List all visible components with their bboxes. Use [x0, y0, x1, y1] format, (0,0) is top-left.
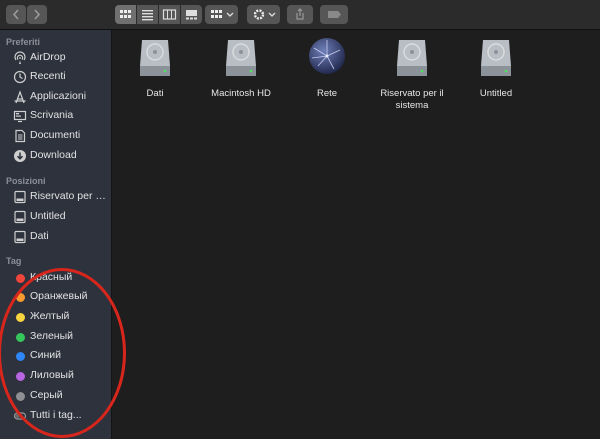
list-icon: [142, 10, 153, 21]
file-name: Macintosh HD: [211, 88, 271, 99]
favorites-section-title: Preferiti: [6, 37, 41, 47]
view-mode-segment: [115, 5, 202, 24]
sidebar-item-label: Красный: [30, 271, 73, 283]
tag-color-dot: [16, 392, 25, 401]
finder-toolbar: [0, 0, 600, 30]
sidebar-item-documents[interactable]: Documenti: [0, 127, 111, 145]
file-browser-area: Dati Macintosh HD Rete Riservato per il …: [112, 30, 600, 439]
sidebar-item-label: AirDrop: [30, 51, 66, 63]
group-by-button[interactable]: [205, 5, 238, 24]
sidebar-item-label: Untitled: [30, 210, 66, 222]
sidebar-item-label: Лиловый: [30, 369, 74, 381]
tag-color-dot: [16, 274, 25, 283]
sidebar-item-desktop[interactable]: Scrivania: [0, 107, 111, 125]
hard-disk-icon: [226, 40, 256, 76]
columns-icon: [162, 9, 177, 20]
hard-disk-icon: [481, 40, 511, 76]
sidebar-item-label: Recenti: [30, 70, 66, 82]
sidebar-item-label: Documenti: [30, 129, 81, 141]
locations-section-title: Posizioni: [6, 176, 46, 186]
hard-disk-icon: [140, 40, 170, 76]
sidebar-all-tags[interactable]: Tutti i tag...: [0, 407, 111, 425]
sidebar-item-label: Applicazioni: [30, 90, 87, 102]
sidebar-item-applications[interactable]: Applicazioni: [0, 88, 111, 106]
forward-button[interactable]: [27, 5, 47, 24]
file-item-riservato[interactable]: Riservato per il sistema: [372, 36, 452, 112]
gear-icon: [253, 9, 276, 20]
group-grid-icon: [211, 10, 234, 18]
sidebar-item-downloads[interactable]: Download: [0, 147, 111, 165]
sidebar-item-label: Зеленый: [30, 330, 74, 342]
hard-disk-icon: [397, 40, 427, 76]
file-name: Untitled: [479, 88, 513, 99]
file-name: Riservato per il sistema: [380, 88, 444, 111]
applications-icon: [14, 90, 26, 104]
sidebar-tag-blue[interactable]: Синий: [0, 347, 111, 365]
gallery-icon: [186, 10, 197, 20]
clock-icon: [13, 70, 27, 84]
sidebar-item-untitled[interactable]: Untitled: [0, 208, 111, 226]
document-icon: [15, 129, 26, 143]
sidebar-item-recents[interactable]: Recenti: [0, 68, 111, 86]
sidebar-tag-red[interactable]: Красный: [0, 269, 111, 287]
tag-icon: [328, 11, 341, 18]
sidebar-item-dati[interactable]: Dati: [0, 228, 111, 246]
sidebar-tag-purple[interactable]: Лиловый: [0, 367, 111, 385]
tag-color-dot: [16, 333, 25, 342]
sidebar-item-label: Оранжевый: [30, 290, 88, 302]
icon-view-button[interactable]: [115, 5, 136, 24]
tag-color-dot: [16, 293, 25, 302]
download-icon: [14, 150, 26, 162]
back-button[interactable]: [6, 5, 26, 24]
sidebar-item-riservato[interactable]: Riservato per il...: [0, 188, 111, 206]
sidebar-item-label: Tutti i tag...: [30, 409, 82, 421]
file-item-untitled[interactable]: Untitled: [456, 36, 536, 100]
sidebar-tag-orange[interactable]: Оранжевый: [0, 288, 111, 306]
tag-color-dot: [16, 313, 25, 322]
file-name: Dati: [146, 88, 164, 99]
column-view-button[interactable]: [158, 5, 180, 24]
disk-icon: [14, 190, 26, 204]
list-view-button[interactable]: [136, 5, 158, 24]
sidebar-item-label: Riservato per il...: [30, 190, 108, 202]
sidebar-tag-yellow[interactable]: Желтый: [0, 308, 111, 326]
desktop-icon: [13, 110, 27, 123]
grid-icon: [120, 10, 131, 18]
sidebar: Preferiti AirDrop Recenti Applicazioni S…: [0, 30, 112, 439]
tag-color-dot: [16, 352, 25, 361]
sidebar-tag-green[interactable]: Зеленый: [0, 328, 111, 346]
tag-color-dot: [16, 372, 25, 381]
all-tags-icon: [13, 412, 27, 420]
sidebar-item-label: Желтый: [30, 310, 70, 322]
sidebar-item-label: Scrivania: [30, 109, 74, 121]
share-icon: [296, 8, 304, 20]
sidebar-item-label: Серый: [30, 389, 63, 401]
tags-section-title: Tag: [6, 256, 22, 266]
sidebar-item-label: Download: [30, 149, 77, 161]
airdrop-icon: [14, 51, 26, 64]
sidebar-item-label: Dati: [30, 230, 49, 242]
share-button[interactable]: [287, 5, 313, 24]
sidebar-tag-gray[interactable]: Серый: [0, 387, 111, 405]
action-menu-button[interactable]: [247, 5, 280, 24]
file-item-macintosh-hd[interactable]: Macintosh HD: [201, 36, 281, 100]
file-item-network[interactable]: Rete: [287, 36, 367, 100]
file-name: Rete: [316, 88, 338, 99]
edit-tags-button[interactable]: [320, 5, 348, 24]
chevron-right-icon: [34, 9, 41, 20]
sidebar-item-label: Синий: [30, 349, 61, 361]
gallery-view-button[interactable]: [180, 5, 202, 24]
disk-icon: [14, 210, 26, 224]
file-item-dati[interactable]: Dati: [115, 36, 195, 100]
disk-icon: [14, 230, 26, 244]
sidebar-item-airdrop[interactable]: AirDrop: [0, 49, 111, 67]
network-globe-icon: [309, 38, 345, 74]
chevron-left-icon: [12, 9, 19, 20]
